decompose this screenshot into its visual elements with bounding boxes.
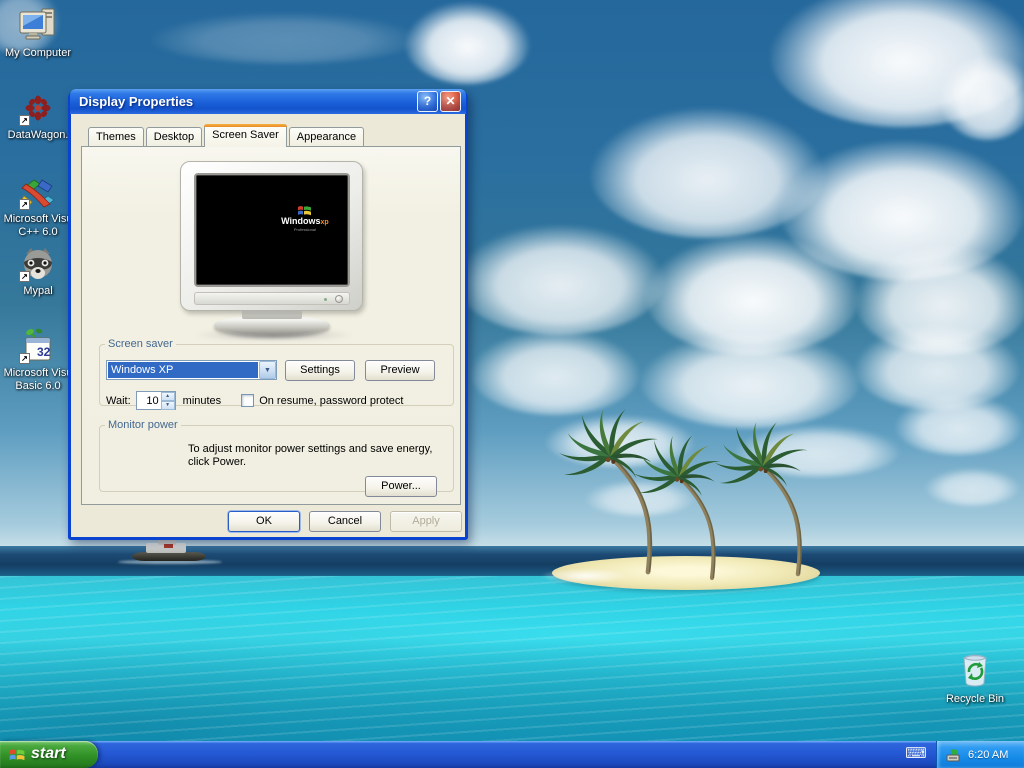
shortcut-arrow-icon: ↗ <box>19 271 30 282</box>
desktop-icon-my-computer[interactable]: My Computer <box>0 6 76 60</box>
cloud <box>455 225 665 335</box>
power-button[interactable]: Power... <box>365 476 437 497</box>
desktop-icon-visual-cpp[interactable]: ↗ Microsoft Visu C++ 6.0 <box>0 176 76 239</box>
tab-screen-saver[interactable]: Screen Saver <box>204 124 287 147</box>
start-label: start <box>31 745 66 762</box>
safely-remove-hardware-icon[interactable] <box>945 747 962 763</box>
desktop-icon-label: Mypal <box>23 285 53 297</box>
desktop-icon-label2: C++ 6.0 <box>18 226 58 238</box>
wait-spinner: ▲ ▼ <box>135 391 176 410</box>
desktop-icon-visual-basic[interactable]: 32 ↗ Microsoft Visu Basic 6.0 <box>0 328 76 393</box>
recycle-bin-icon <box>955 650 995 690</box>
windows-flag-icon <box>9 749 25 760</box>
desktop-icon-label: DataWagon. <box>7 129 69 141</box>
keyboard-layout-icon[interactable]: ⌨ <box>904 746 928 763</box>
monitor-bezel-controls <box>194 292 350 305</box>
cloud <box>895 395 1023 455</box>
svg-text:32: 32 <box>37 345 51 359</box>
datawagon-icon: ↗ <box>18 92 58 126</box>
password-protect-checkbox[interactable] <box>241 394 255 407</box>
screen-saver-group-legend: Screen saver <box>108 338 173 350</box>
visual-cpp-icon: ↗ <box>18 176 58 210</box>
display-properties-dialog: Display Properties ? ✕ Themes Desktop Sc… <box>68 89 468 540</box>
cloud <box>150 12 420 64</box>
shortcut-arrow-icon: ↗ <box>19 353 30 364</box>
monitor-power-group: Monitor power To adjust monitor power se… <box>99 419 454 497</box>
tab-strip: Themes Desktop Screen Saver Appearance <box>88 124 366 147</box>
desktop-icon-label2: Basic 6.0 <box>15 380 61 392</box>
desktop-icon-label: Microsoft Visu <box>3 213 73 225</box>
water-turquoise <box>0 576 1024 741</box>
dialog-titlebar[interactable]: Display Properties ? ✕ <box>70 89 466 114</box>
cloud <box>405 2 530 84</box>
monitor-power-group-legend: Monitor power <box>108 419 178 431</box>
ok-button[interactable]: OK <box>228 511 300 532</box>
desktop-icon-label: My Computer <box>4 47 72 59</box>
dialog-title: Display Properties <box>79 94 194 109</box>
wait-row: Wait: ▲ ▼ minutes On resume, password pr… <box>106 391 403 410</box>
cancel-button[interactable]: Cancel <box>309 511 381 532</box>
windows-xp-logo: Windowsxp Professional <box>281 204 329 232</box>
wait-label: Wait: <box>106 394 131 407</box>
desktop-icon-recycle-bin[interactable]: Recycle Bin <box>937 650 1013 706</box>
screen-saver-tab-page: Windowsxp Professional Screen saver Wind… <box>81 146 461 505</box>
taskbar[interactable]: start ⌨ 6:20 AM <box>0 741 1024 768</box>
visual-basic-icon: 32 ↗ <box>18 328 58 364</box>
shortcut-arrow-icon: ↗ <box>19 115 30 126</box>
monitor-power-button-icon <box>335 295 343 303</box>
monitor-preview: Windowsxp Professional <box>180 161 363 311</box>
tab-themes[interactable]: Themes <box>88 127 144 147</box>
screen-saver-dropdown[interactable]: Windows XP ▼ <box>106 360 277 380</box>
minutes-label: minutes <box>182 394 222 407</box>
screen-saver-group: Screen saver Windows XP ▼ Settings Previ… <box>99 338 454 410</box>
cloud <box>940 55 1024 140</box>
desktop-icon-label: Recycle Bin <box>945 693 1005 705</box>
spin-down-icon[interactable]: ▼ <box>160 401 175 410</box>
desktop-icon-datawagon[interactable]: ↗ DataWagon. <box>0 92 76 142</box>
my-computer-icon <box>18 6 58 44</box>
monitor-neck <box>242 310 302 319</box>
start-button[interactable]: start <box>0 741 98 768</box>
desktop-icon-mypal[interactable]: ↗ Mypal <box>0 246 76 298</box>
tab-appearance[interactable]: Appearance <box>288 127 365 147</box>
shortcut-arrow-icon: ↗ <box>19 199 30 210</box>
mypal-icon: ↗ <box>18 246 58 282</box>
password-protect-label: On resume, password protect <box>259 394 404 407</box>
selected-screen-saver: Windows XP <box>108 362 258 378</box>
boat <box>118 538 222 566</box>
monitor-power-text: To adjust monitor power settings and sav… <box>188 443 433 468</box>
monitor-screen: Windowsxp Professional <box>194 173 350 287</box>
palm-trees <box>540 388 840 588</box>
spin-up-icon[interactable]: ▲ <box>160 392 175 401</box>
wait-minutes-input[interactable] <box>136 392 161 409</box>
help-button[interactable]: ? <box>417 91 438 112</box>
clock[interactable]: 6:20 AM <box>968 749 1008 761</box>
cloud <box>925 468 1020 506</box>
desktop-icon-label: Microsoft Visu <box>3 367 73 379</box>
apply-button[interactable]: Apply <box>390 511 462 532</box>
close-button[interactable]: ✕ <box>440 91 461 112</box>
tab-desktop[interactable]: Desktop <box>145 127 203 147</box>
preview-button[interactable]: Preview <box>365 360 435 381</box>
chevron-down-icon[interactable]: ▼ <box>259 361 276 379</box>
system-tray[interactable]: 6:20 AM <box>936 741 1024 768</box>
settings-button[interactable]: Settings <box>285 360 355 381</box>
